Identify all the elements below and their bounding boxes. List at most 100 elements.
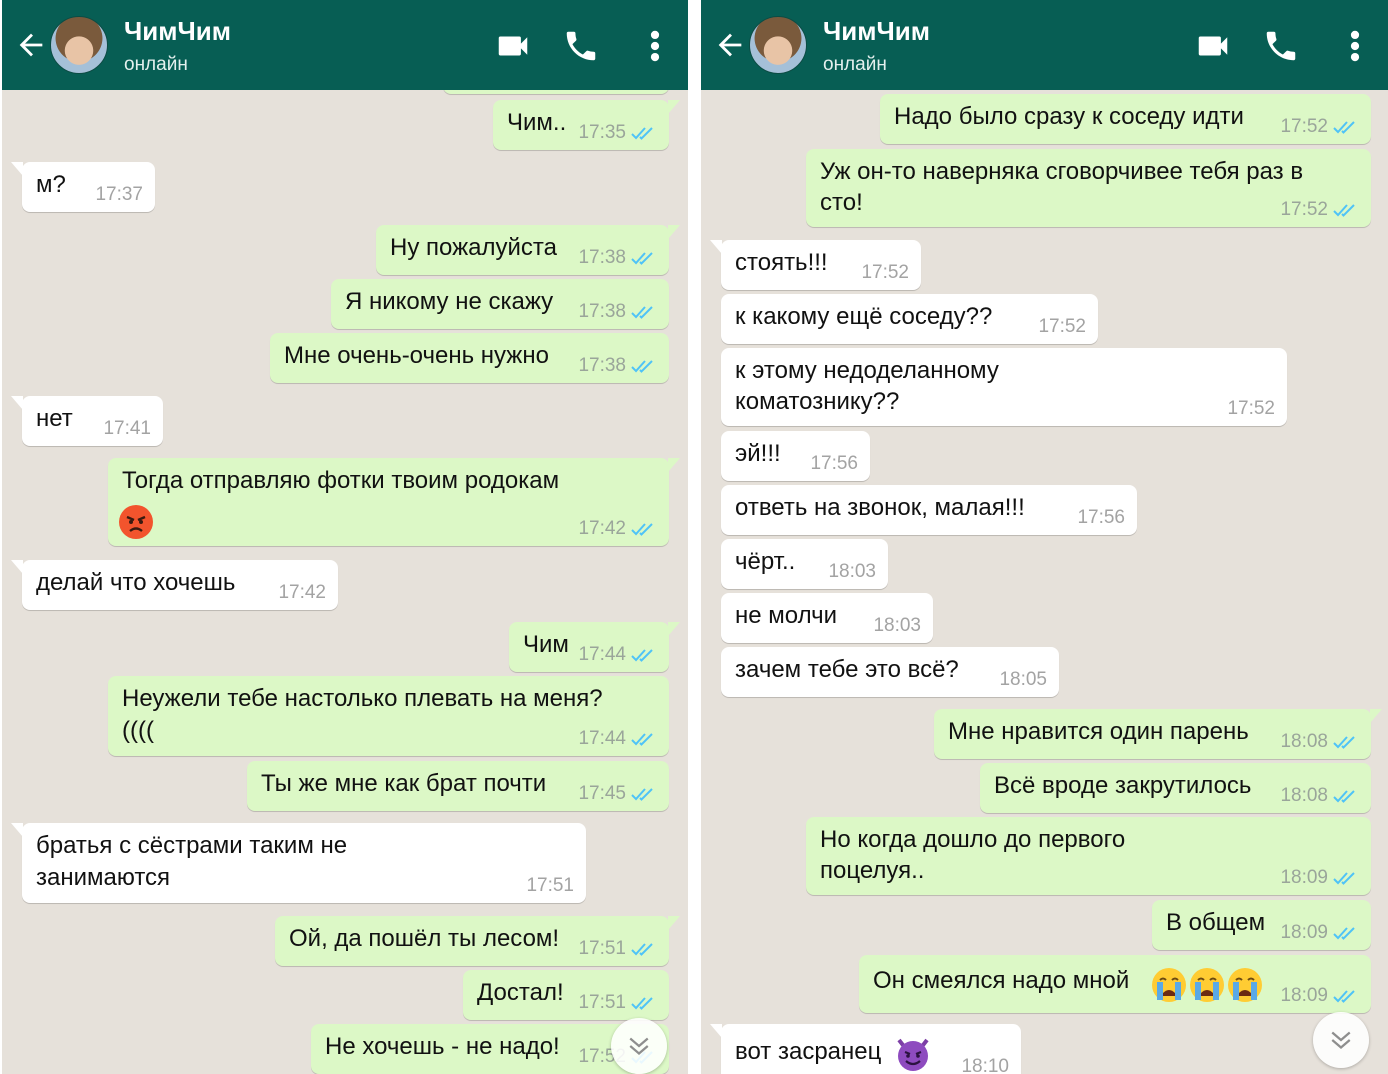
- chevron-double-down-icon: [629, 1037, 649, 1055]
- message-text: м?: [36, 171, 66, 198]
- more-vert-icon[interactable]: [1340, 27, 1370, 65]
- message-bubble[interactable]: Всё вроде закрутилось 18:08: [980, 763, 1371, 813]
- message-bubble[interactable]: Чим 17:44: [509, 622, 680, 672]
- message-time: 18:08: [1280, 785, 1328, 806]
- video-call-icon[interactable]: [494, 27, 532, 65]
- message-meta: 18:05: [999, 669, 1047, 691]
- chat-header: ЧимЧим онлайн: [2, 0, 688, 90]
- message-time: 17:35: [578, 122, 626, 143]
- back-arrow-icon[interactable]: [713, 28, 747, 62]
- message-bubble[interactable]: вот засранец 18:10: [710, 1024, 1021, 1074]
- message-bubble[interactable]: к этому недоделанному коматознику?? 17:5…: [721, 348, 1287, 426]
- message-bubble[interactable]: Мне нравится один парень 18:08: [934, 709, 1382, 759]
- message-bubble[interactable]: Неужели тебе настолько плевать на меня? …: [108, 676, 669, 756]
- video-call-icon[interactable]: [1194, 27, 1232, 65]
- contact-status: онлайн: [124, 54, 188, 75]
- double-check-icon: [631, 997, 653, 1010]
- message-bubble[interactable]: Ты же мне как брат почти 17:45: [247, 761, 669, 811]
- double-check-icon: [1333, 872, 1355, 885]
- message-text: Чим..: [507, 109, 567, 136]
- message-meta: 17:56: [810, 453, 858, 475]
- message-text-line-2: поцелуя..: [820, 857, 925, 884]
- message-meta: 17:56: [1077, 507, 1125, 529]
- chat-header: ЧимЧим онлайн: [701, 0, 1388, 90]
- message-bubble[interactable]: к какому ещё соседу?? 17:52: [721, 294, 1098, 344]
- message-meta: 18:03: [828, 561, 876, 583]
- message-meta: 17:35: [578, 122, 657, 144]
- message-text: Достал!: [477, 979, 564, 1006]
- avatar[interactable]: [749, 16, 807, 74]
- message-text: Ой, да пошёл ты лесом!: [289, 925, 560, 952]
- message-text: Я никому не скажу: [345, 288, 554, 315]
- message-time: 17:38: [578, 355, 626, 376]
- message-text: зачем тебе это всё?: [735, 656, 959, 683]
- message-time: 17:42: [278, 582, 326, 603]
- contact-name[interactable]: ЧимЧим: [823, 16, 930, 47]
- message-meta: 18:09: [1280, 922, 1359, 944]
- message-time: 17:38: [578, 247, 626, 268]
- double-check-icon: [631, 733, 653, 746]
- message-text: Он смеялся надо мной: [873, 967, 1130, 994]
- message-time: 18:10: [961, 1056, 1009, 1074]
- message-list[interactable]: Чим.. 17:35 м? 17:37 Ну пожалуйста 17:38…: [2, 50, 688, 1074]
- message-meta: 17:42: [578, 518, 657, 540]
- message-bubble[interactable]: Мне очень-очень нужно 17:38: [270, 333, 669, 383]
- message-text: Неужели тебе настолько плевать на меня?: [122, 685, 603, 712]
- message-bubble[interactable]: Достал! 17:51: [463, 970, 669, 1020]
- message-text: Тогда отправляю фотки твоим родокам: [122, 467, 560, 494]
- message-bubble[interactable]: братья с сёстрами таким не занимаются 17…: [11, 823, 586, 903]
- message-bubble[interactable]: Тогда отправляю фотки твоим родокам 17:4…: [108, 458, 680, 546]
- message-meta: 17:37: [95, 184, 143, 206]
- message-meta: 17:51: [578, 992, 657, 1014]
- message-bubble[interactable]: Я никому не скажу 17:38: [331, 279, 669, 329]
- message-time: 17:52: [1280, 116, 1328, 137]
- message-bubble[interactable]: Уж он-то наверняка сговорчивее тебя раз …: [806, 149, 1371, 227]
- message-text: Надо было сразу к соседу идти: [894, 103, 1244, 130]
- message-time: 18:09: [1280, 922, 1328, 943]
- message-bubble[interactable]: Надо было сразу к соседу идти 17:52: [880, 94, 1371, 144]
- message-bubble[interactable]: Но когда дошло до первого поцелуя.. 18:0…: [806, 817, 1371, 895]
- message-bubble[interactable]: Чим.. 17:35: [493, 100, 680, 150]
- message-meta: 17:45: [578, 783, 657, 805]
- message-bubble[interactable]: В общем 18:09: [1152, 900, 1371, 950]
- message-bubble[interactable]: Ну пожалуйста 17:38: [376, 225, 680, 275]
- message-bubble[interactable]: не молчи 18:03: [721, 593, 933, 643]
- message-bubble[interactable]: эй!!! 17:56: [721, 431, 870, 481]
- message-bubble[interactable]: чёрт.. 18:03: [721, 539, 888, 589]
- contact-status: онлайн: [823, 54, 887, 75]
- message-text-line-2: сто!: [820, 189, 863, 216]
- message-bubble[interactable]: стоять!!! 17:52: [710, 240, 921, 290]
- phone-icon[interactable]: [1262, 27, 1300, 65]
- phone-icon[interactable]: [562, 27, 600, 65]
- message-time: 17:56: [1077, 507, 1125, 528]
- message-bubble[interactable]: ответь на звонок, малая!!! 17:56: [721, 485, 1137, 535]
- back-arrow-icon[interactable]: [14, 28, 48, 62]
- message-bubble[interactable]: Он смеялся надо мной 18:09: [859, 955, 1371, 1013]
- message-bubble[interactable]: делай что хочешь 17:42: [11, 560, 338, 610]
- emoji-line: [895, 1036, 931, 1072]
- message-time: 18:03: [873, 615, 921, 636]
- contact-name[interactable]: ЧимЧим: [124, 16, 231, 47]
- message-text: Ты же мне как брат почти: [261, 770, 547, 797]
- message-text-line-2: занимаются: [36, 864, 171, 891]
- avatar[interactable]: [50, 16, 108, 74]
- more-vert-icon[interactable]: [640, 27, 670, 65]
- message-meta: 17:52: [1038, 316, 1086, 338]
- message-meta: 17:42: [278, 582, 326, 604]
- message-meta: 18:03: [873, 615, 921, 637]
- crying-face-icon: [1152, 968, 1186, 1002]
- message-text: Мне очень-очень нужно: [284, 342, 549, 369]
- message-meta: 18:10: [961, 1056, 1009, 1074]
- message-text: Всё вроде закрутилось: [994, 772, 1252, 799]
- double-check-icon: [631, 306, 653, 319]
- scroll-down-button[interactable]: [611, 1018, 667, 1074]
- message-bubble[interactable]: зачем тебе это всё? 18:05: [721, 647, 1059, 697]
- scroll-down-button[interactable]: [1313, 1012, 1369, 1068]
- message-list[interactable]: Надо было сразу к соседу идти 17:52 Уж о…: [701, 90, 1388, 1074]
- message-bubble[interactable]: Ой, да пошёл ты лесом! 17:51: [275, 916, 680, 966]
- message-bubble[interactable]: м? 17:37: [11, 162, 155, 212]
- message-bubble[interactable]: нет 17:41: [11, 396, 163, 446]
- message-time: 17:37: [95, 184, 143, 205]
- message-text: стоять!!!: [735, 249, 828, 276]
- message-time: 17:56: [810, 453, 858, 474]
